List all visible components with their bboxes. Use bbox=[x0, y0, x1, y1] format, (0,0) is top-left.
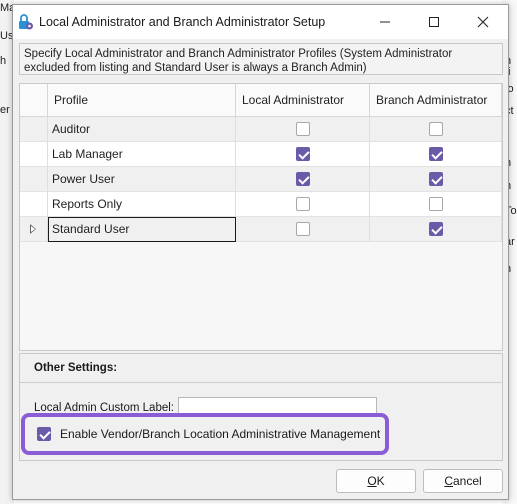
local-admin-cell bbox=[236, 142, 370, 167]
ok-mnemonic: O bbox=[367, 474, 377, 488]
local-admin-cell bbox=[236, 192, 370, 217]
cancel-label: ancel bbox=[452, 474, 482, 488]
column-header-branch-admin[interactable]: Branch Administrator bbox=[370, 84, 502, 116]
profile-cell[interactable]: Power User bbox=[48, 167, 236, 192]
row-indicator-cell[interactable] bbox=[20, 142, 48, 167]
table-row[interactable]: Standard User bbox=[20, 217, 502, 242]
branch-admin-checkbox[interactable] bbox=[428, 172, 443, 186]
bg-text: h bbox=[0, 55, 7, 67]
profile-cell[interactable]: Auditor bbox=[48, 117, 236, 142]
local-admin-checkbox[interactable] bbox=[295, 172, 310, 186]
ok-label: K bbox=[376, 474, 385, 488]
grid-header: Profile Local Administrator Branch Admin… bbox=[20, 84, 502, 117]
profile-cell[interactable]: Lab Manager bbox=[48, 142, 236, 167]
table-row[interactable]: Reports Only bbox=[20, 192, 502, 217]
branch-admin-cell bbox=[370, 142, 502, 167]
maximize-icon bbox=[429, 17, 439, 27]
minimize-icon bbox=[380, 21, 390, 23]
bg-text: er bbox=[0, 104, 10, 116]
window-title: Local Administrator and Branch Administr… bbox=[39, 15, 326, 29]
app-lock-icon bbox=[19, 14, 33, 30]
row-indicator-cell[interactable] bbox=[20, 167, 48, 192]
profile-grid: Profile Local Administrator Branch Admin… bbox=[19, 83, 503, 351]
row-indicator-cell[interactable] bbox=[20, 117, 48, 142]
local-admin-checkbox[interactable] bbox=[295, 122, 310, 136]
row-indicator-cell[interactable] bbox=[20, 192, 48, 217]
profile-cell[interactable]: Standard User bbox=[48, 217, 236, 242]
table-row[interactable]: Power User bbox=[20, 167, 502, 192]
branch-admin-checkbox[interactable] bbox=[428, 147, 443, 161]
vendor-branch-highlight: Enable Vendor/Branch Location Administra… bbox=[21, 413, 389, 455]
branch-admin-cell bbox=[370, 167, 502, 192]
vendor-branch-label[interactable]: Enable Vendor/Branch Location Administra… bbox=[60, 427, 380, 441]
ok-button[interactable]: OK bbox=[336, 469, 416, 493]
local-admin-checkbox[interactable] bbox=[295, 147, 310, 161]
column-header-local-admin[interactable]: Local Administrator bbox=[236, 84, 370, 116]
local-admin-cell bbox=[236, 167, 370, 192]
close-button[interactable] bbox=[460, 5, 506, 39]
divider bbox=[20, 382, 502, 383]
branch-admin-checkbox[interactable] bbox=[428, 197, 443, 211]
setup-dialog: Local Administrator and Branch Administr… bbox=[12, 4, 509, 500]
local-admin-checkbox[interactable] bbox=[295, 222, 310, 236]
cancel-mnemonic: C bbox=[444, 474, 453, 488]
branch-admin-cell bbox=[370, 217, 502, 242]
title-bar[interactable]: Local Administrator and Branch Administr… bbox=[13, 5, 508, 39]
minimize-button[interactable] bbox=[362, 5, 408, 39]
header-indicator-cell bbox=[20, 84, 48, 116]
other-settings-title: Other Settings: bbox=[34, 362, 118, 374]
branch-admin-checkbox[interactable] bbox=[428, 122, 443, 136]
local-admin-checkbox[interactable] bbox=[295, 197, 310, 211]
close-icon bbox=[477, 16, 489, 28]
profile-cell[interactable]: Reports Only bbox=[48, 192, 236, 217]
local-admin-cell bbox=[236, 217, 370, 242]
table-row[interactable]: Auditor bbox=[20, 117, 502, 142]
maximize-button[interactable] bbox=[411, 5, 457, 39]
current-row-arrow-icon bbox=[30, 224, 36, 234]
column-header-profile[interactable]: Profile bbox=[48, 84, 236, 116]
branch-admin-cell bbox=[370, 192, 502, 217]
row-indicator-cell[interactable] bbox=[20, 217, 48, 242]
vendor-branch-checkbox[interactable] bbox=[37, 427, 51, 441]
table-row[interactable]: Lab Manager bbox=[20, 142, 502, 167]
instructions-text: Specify Local Administrator and Branch A… bbox=[19, 43, 503, 75]
branch-admin-cell bbox=[370, 117, 502, 142]
branch-admin-checkbox[interactable] bbox=[428, 222, 443, 236]
cancel-button[interactable]: Cancel bbox=[423, 469, 503, 493]
local-admin-cell bbox=[236, 117, 370, 142]
